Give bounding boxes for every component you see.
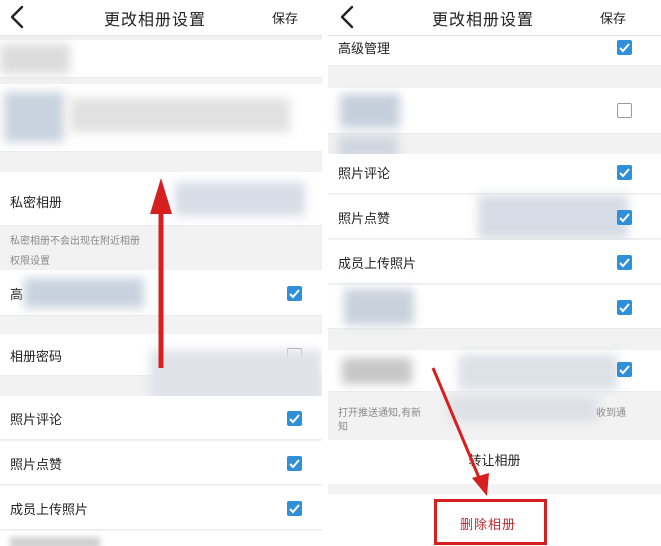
save-button[interactable]: 保存 xyxy=(600,8,626,27)
blurred-content xyxy=(4,92,64,142)
blurred-content xyxy=(24,278,144,308)
chevron-left-icon xyxy=(340,5,354,29)
delete-album-button[interactable]: 删除相册 xyxy=(460,514,516,533)
chevron-left-icon xyxy=(10,5,24,29)
left-top-bar: 更改相册设置 保存 xyxy=(0,0,322,36)
private-album-label: 私密相册 xyxy=(10,196,63,211)
page-title: 更改相册设置 xyxy=(104,10,207,29)
blurred-content xyxy=(10,537,100,546)
advanced-manage-label: 高级管理 xyxy=(338,42,391,57)
check-icon xyxy=(289,504,300,514)
right-screenshot-panel: 更改相册设置 保存 高级管理 照片评论 照片点赞 成员上传照片 打开推送通知,有… xyxy=(328,0,661,546)
transfer-album-button[interactable]: 转让相册 xyxy=(328,440,661,484)
advanced-checkbox[interactable] xyxy=(287,286,302,301)
photo-comment-row[interactable]: 照片评论 xyxy=(0,396,322,440)
photo-like-row[interactable]: 照片点赞 xyxy=(328,195,661,239)
album-name-row[interactable] xyxy=(0,40,322,78)
member-upload-checkbox[interactable] xyxy=(287,501,302,516)
blurred-content xyxy=(175,182,305,216)
private-album-row[interactable]: 私密相册 xyxy=(0,172,322,226)
check-icon xyxy=(289,289,300,299)
photo-like-checkbox[interactable] xyxy=(287,456,302,471)
photo-comment-checkbox[interactable] xyxy=(617,165,632,180)
photo-like-checkbox[interactable] xyxy=(617,210,632,225)
back-button[interactable] xyxy=(334,3,362,31)
photo-like-label: 照片点赞 xyxy=(10,458,63,473)
photo-like-label: 照片点赞 xyxy=(338,212,391,227)
list-item[interactable] xyxy=(328,88,661,134)
blurred-content xyxy=(0,44,70,74)
list-item-checkbox[interactable] xyxy=(617,362,632,377)
blurred-content xyxy=(342,358,412,384)
right-top-bar: 更改相册设置 保存 xyxy=(328,0,661,36)
advanced-manage-checkbox[interactable] xyxy=(617,40,632,55)
blurred-content xyxy=(448,396,598,422)
photo-comment-label: 照片评论 xyxy=(338,167,391,182)
blurred-content xyxy=(344,289,414,325)
page-title: 更改相册设置 xyxy=(432,10,535,29)
list-item-checkbox[interactable] xyxy=(617,300,632,315)
blurred-content xyxy=(458,354,618,390)
member-upload-row[interactable]: 成员上传照片 xyxy=(0,486,322,530)
photo-like-row[interactable]: 照片点赞 xyxy=(0,441,322,485)
check-icon xyxy=(619,303,630,313)
list-item[interactable] xyxy=(328,350,661,392)
album-cover-row[interactable] xyxy=(0,84,322,152)
advanced-row[interactable]: 高 xyxy=(0,270,322,316)
check-icon xyxy=(619,213,630,223)
member-upload-row[interactable]: 成员上传照片 xyxy=(328,240,661,284)
advanced-label: 高 xyxy=(10,288,24,303)
album-password-label: 相册密码 xyxy=(10,350,63,365)
back-button[interactable] xyxy=(4,3,32,31)
list-item-checkbox[interactable] xyxy=(617,103,632,118)
check-icon xyxy=(289,459,300,469)
member-upload-label: 成员上传照片 xyxy=(10,503,89,518)
left-screenshot-panel: 更改相册设置 保存 私密相册 私密相册不会出现在附近相册 权限设置 高 相册密码… xyxy=(0,0,322,546)
push-notice-desc-line2: 知 xyxy=(338,422,348,433)
check-icon xyxy=(619,365,630,375)
push-notice-desc-end: 收到通 xyxy=(596,408,626,419)
advanced-manage-row[interactable]: 高级管理 xyxy=(328,36,661,66)
check-icon xyxy=(619,43,630,53)
blurred-content xyxy=(478,195,628,239)
save-button[interactable]: 保存 xyxy=(272,8,298,27)
photo-comment-checkbox[interactable] xyxy=(287,411,302,426)
blurred-content xyxy=(70,98,290,132)
push-notice-desc: 打开推送通知,有新 xyxy=(338,408,422,419)
member-upload-checkbox[interactable] xyxy=(617,255,632,270)
list-item[interactable] xyxy=(0,531,322,546)
photo-comment-label: 照片评论 xyxy=(10,413,63,428)
permission-settings-label[interactable]: 权限设置 xyxy=(10,252,50,267)
check-icon xyxy=(289,414,300,424)
blurred-content xyxy=(340,94,400,128)
member-upload-label: 成员上传照片 xyxy=(338,257,417,272)
check-icon xyxy=(619,168,630,178)
list-item[interactable] xyxy=(328,285,661,329)
check-icon xyxy=(619,258,630,268)
private-album-desc: 私密相册不会出现在附近相册 xyxy=(10,236,140,247)
photo-comment-row[interactable]: 照片评论 xyxy=(328,154,661,194)
